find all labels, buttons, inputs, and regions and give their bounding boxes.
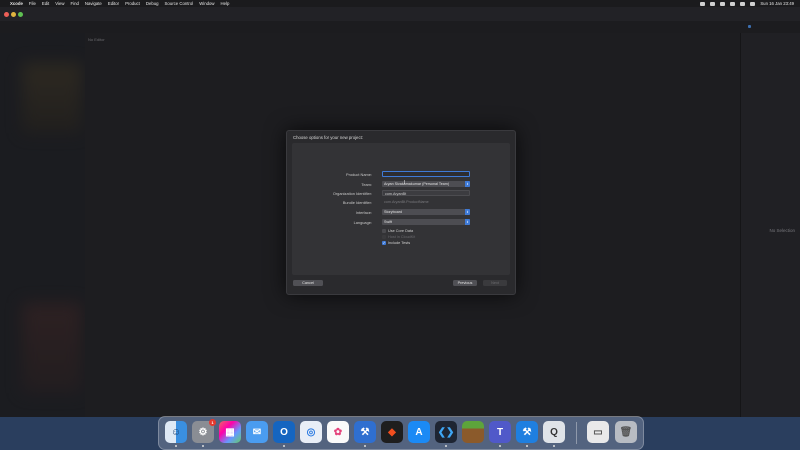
host-in-cloudkit-checkbox: Host in CloudKit [382,235,415,239]
no-selection-label: No Selection [769,228,795,233]
menu-editor[interactable]: Editor [108,1,119,6]
mail-icon[interactable]: ✉ [246,421,268,443]
include-tests-label: Include Tests [388,241,411,245]
running-indicator [526,445,528,447]
bundle-id-label: Bundle Identifier: [342,200,372,205]
quicktime-icon[interactable]: Q [543,421,565,443]
screen-record-icon[interactable] [700,1,706,6]
battery-icon[interactable] [720,1,726,6]
document-icon[interactable]: ▭ [587,421,609,443]
running-indicator [445,445,447,447]
team-popup[interactable]: Aryan Sivakamakumar (Personal Team) ⇕ [382,181,470,187]
minimize-window-icon[interactable] [11,12,16,17]
running-indicator [202,445,204,447]
running-indicator [283,445,285,447]
zoom-window-icon[interactable] [18,12,23,17]
language-value: Swift [384,220,392,224]
wifi-icon[interactable] [730,1,736,6]
running-indicator [499,445,501,447]
bundle-id-value: com.AryanBt.ProductName [384,200,429,204]
new-project-dialog: Choose options for your new project: Pro… [286,130,516,295]
xcode-icon[interactable]: ⚒ [516,421,538,443]
interface-label: Interface: [355,210,372,215]
no-editor-label: No Editor [88,37,105,42]
menu-help[interactable]: Help [221,1,230,6]
org-id-label: Organization Identifier: [332,191,372,196]
running-indicator [364,445,366,447]
close-window-icon[interactable] [4,12,9,17]
use-core-data-label: Use Core Data [388,229,414,233]
app-store-icon[interactable]: A [408,421,430,443]
menu-debug[interactable]: Debug [146,1,159,6]
search-icon[interactable] [740,1,746,6]
xcode-app-icon[interactable]: ⚒ [354,421,376,443]
trash-icon[interactable]: 🗑 [615,421,637,443]
teams-icon[interactable]: T [489,421,511,443]
running-indicator [175,445,177,447]
window-titlebar [0,7,800,21]
menu-edit[interactable]: Edit [42,1,49,6]
menu-bar: Xcode File Edit View Find Navigate Edito… [0,0,800,7]
chevron-updown-icon: ⇕ [465,219,470,225]
photos-icon[interactable]: ✿ [327,421,349,443]
language-label: Language: [353,220,372,225]
menu-clock[interactable]: Sun 16 Jan 23:49 [760,1,794,6]
safari-icon[interactable]: ◎ [300,421,322,443]
dock: ☺ ⚙ 1 ▦ ✉ O ◎ ✿ ⚒ ◆ A ❮❯ T ⚒ Q ▭ 🗑 [158,416,644,450]
team-value: Aryan Sivakamakumar (Personal Team) [384,182,450,186]
chevron-updown-icon: ⇕ [465,209,470,215]
checkmark-icon: ✓ [382,241,386,245]
vscode-icon[interactable]: ❮❯ [435,421,457,443]
previous-button[interactable]: Previous [453,280,477,286]
next-button: Next [483,280,507,286]
navigator-blurred-content-lower [22,303,82,393]
cancel-button[interactable]: Cancel [293,280,323,286]
include-tests-checkbox[interactable]: ✓ Include Tests [382,241,410,245]
menu-file[interactable]: File [29,1,36,6]
interface-popup[interactable]: Storyboard ⇕ [382,209,470,215]
team-label: Team: [361,182,372,187]
figma-icon[interactable]: ◆ [381,421,403,443]
running-indicator [553,445,555,447]
minecraft-icon[interactable] [462,421,484,443]
finder-icon[interactable]: ☺ [165,421,187,443]
launchpad-icon[interactable]: ▦ [219,421,241,443]
bluetooth-icon[interactable] [710,1,716,6]
menu-navigate[interactable]: Navigate [85,1,102,6]
host-in-cloudkit-label: Host in CloudKit [388,235,416,239]
options-form: Product Name: Team: Aryan Sivakamakumar … [292,143,510,275]
language-popup[interactable]: Swift ⇕ [382,219,470,225]
system-preferences-icon[interactable]: ⚙ 1 [192,419,216,443]
status-area: Sun 16 Jan 23:49 [700,0,794,7]
control-center-icon[interactable] [750,1,756,6]
menu-window[interactable]: Window [199,1,214,6]
checkbox-disabled-icon [382,235,386,239]
outlook-icon[interactable]: O [273,421,295,443]
inspector-panel: No Selection [740,33,800,417]
menu-app-name[interactable]: Xcode [10,1,23,6]
interface-value: Storyboard [384,210,403,214]
dock-separator [576,422,577,444]
org-id-field[interactable]: com.AryanBt [382,190,470,196]
dialog-title: Choose options for your new project: [293,135,363,140]
navigator-blurred-content [22,63,82,133]
notification-badge: 1 [209,419,216,426]
menu-find[interactable]: Find [71,1,79,6]
project-navigator [0,33,85,417]
checkbox-empty-icon [382,229,386,233]
use-core-data-checkbox[interactable]: Use Core Data [382,229,413,233]
inspector-file-icon[interactable] [748,25,751,28]
menu-product[interactable]: Product [125,1,140,6]
menu-source-control[interactable]: Source Control [165,1,194,6]
menu-view[interactable]: View [55,1,64,6]
product-name-field[interactable] [382,171,470,177]
text-cursor-icon: I [404,180,406,186]
chevron-updown-icon: ⇕ [465,181,470,187]
product-name-label: Product Name: [346,172,372,177]
